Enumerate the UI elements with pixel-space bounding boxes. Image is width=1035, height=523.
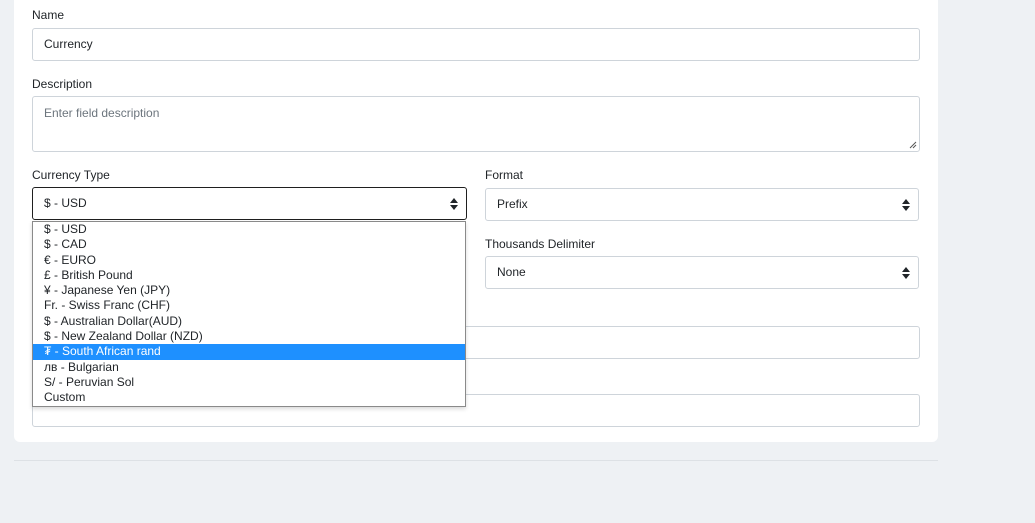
format-label: Format	[485, 168, 524, 182]
sort-icon	[450, 198, 458, 210]
description-label: Description	[32, 77, 93, 91]
currency-type-value: $ - USD	[44, 196, 87, 210]
dropdown-option[interactable]: лв - Bulgarian	[33, 360, 465, 375]
sort-icon	[902, 267, 910, 279]
thousands-delimiter-select[interactable]: None	[485, 256, 919, 289]
format-select[interactable]: Prefix	[485, 188, 919, 221]
sort-icon	[902, 199, 910, 211]
dropdown-option[interactable]: € - EURO	[33, 253, 465, 268]
name-label: Name	[32, 8, 65, 22]
dropdown-option[interactable]: Custom	[33, 390, 465, 405]
thousands-delimiter-label: Thousands Delimiter	[485, 237, 596, 251]
dropdown-option[interactable]: Fr. - Swiss Franc (CHF)	[33, 298, 465, 313]
dropdown-option[interactable]: £ - British Pound	[33, 268, 465, 283]
dropdown-option[interactable]: $ - New Zealand Dollar (NZD)	[33, 329, 465, 344]
dropdown-option[interactable]: $ - Australian Dollar(AUD)	[33, 314, 465, 329]
dropdown-option-highlighted[interactable]: ₮ - South African rand	[33, 344, 465, 360]
name-input[interactable]: Currency	[32, 28, 920, 61]
description-placeholder: Enter field description	[44, 106, 160, 120]
dropdown-option[interactable]: $ - USD	[33, 222, 465, 237]
section-divider	[14, 460, 938, 461]
dropdown-option[interactable]: ¥ - Japanese Yen (JPY)	[33, 283, 465, 298]
dropdown-option[interactable]: S/ - Peruvian Sol	[33, 375, 465, 390]
format-value: Prefix	[497, 197, 528, 211]
dropdown-option[interactable]: $ - CAD	[33, 237, 465, 252]
thousands-delimiter-value: None	[497, 265, 526, 279]
resize-grip-icon[interactable]	[909, 141, 917, 149]
description-textarea[interactable]: Enter field description	[32, 96, 920, 152]
currency-type-dropdown[interactable]: $ - USD $ - CAD € - EURO £ - British Pou…	[32, 221, 466, 407]
currency-type-select[interactable]: $ - USD	[32, 187, 467, 220]
currency-type-label: Currency Type	[32, 168, 110, 182]
